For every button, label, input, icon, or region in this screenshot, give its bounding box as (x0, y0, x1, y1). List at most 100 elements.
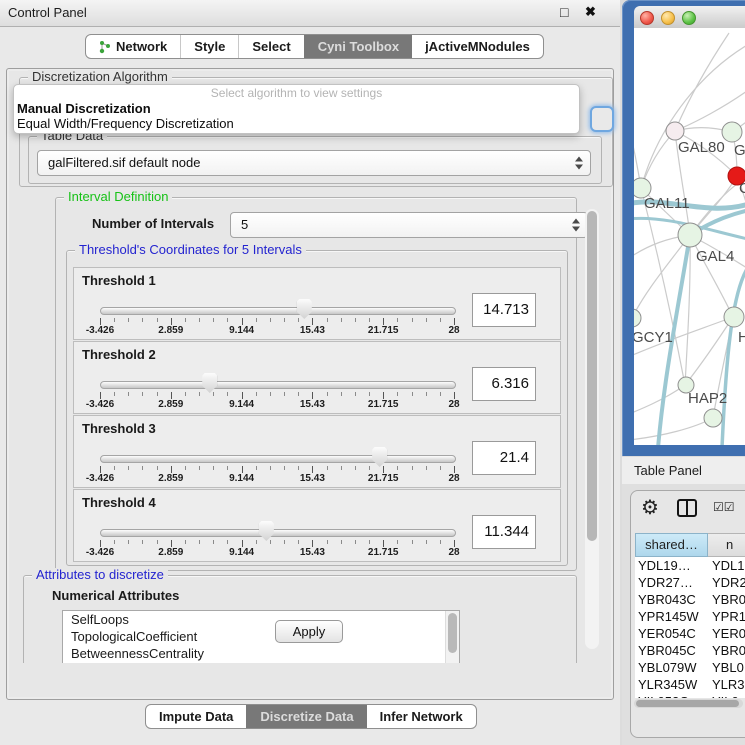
tab-discretize-data[interactable]: Discretize Data (246, 705, 366, 728)
network-icon (99, 40, 111, 54)
tick-mark (440, 318, 441, 322)
slider-track[interactable] (100, 455, 456, 463)
close-traffic-light-icon[interactable] (640, 11, 654, 25)
cell-name: YIL0 (708, 693, 745, 698)
table-row[interactable]: YBL079WYBL0 (635, 659, 745, 676)
tab-infer-network[interactable]: Infer Network (367, 705, 476, 728)
tick-mark (213, 540, 214, 544)
table-row[interactable]: YIL052CYIL0 (635, 693, 745, 698)
table-row[interactable]: YER054CYER0 (635, 625, 745, 642)
threshold-value-field[interactable]: 6.316 (472, 367, 536, 401)
tick-mark (142, 318, 143, 322)
tick-label: 21.715 (368, 325, 399, 336)
network-window-titlebar[interactable] (634, 6, 745, 29)
column-header-shared-name[interactable]: shared… (635, 533, 708, 557)
tick-mark (157, 318, 158, 322)
zoom-traffic-light-icon[interactable] (682, 11, 696, 25)
tab-label: Style (194, 35, 225, 58)
checkbox-icons[interactable]: ☑☑ (713, 500, 735, 514)
network-node-green[interactable] (678, 223, 702, 247)
node-label-gal11: GAL11 (644, 195, 690, 212)
num-intervals-combobox[interactable]: 5 (230, 212, 588, 238)
network-edge[interactable] (641, 40, 745, 188)
table-data-group: Table Data galFiltered.sif default node (28, 136, 602, 184)
tick-mark (242, 392, 243, 399)
table-row[interactable]: YPR145WYPR1 (635, 608, 745, 625)
tick-mark (298, 318, 299, 322)
menu-item-manual-discretization[interactable]: Manual Discretization (14, 101, 579, 116)
cell-shared-name: YBR045C (635, 642, 708, 659)
vertical-scrollbar[interactable] (585, 209, 599, 649)
table-row[interactable]: YDL19…YDL1 (635, 557, 745, 574)
tick-mark (213, 466, 214, 470)
attribute-item-selfloops[interactable]: SelfLoops (63, 611, 459, 628)
list-scrollbar[interactable] (445, 611, 459, 663)
threshold-panel: Threshold 4-3.4262.8599.14415.4321.71528… (73, 489, 561, 562)
attribute-item-topologicalcoefficient[interactable]: TopologicalCoefficient (63, 628, 459, 645)
control-panel-tabs: Network Style SelectCyni ToolboxjActiveMNo… (85, 34, 544, 59)
tick-label: 15.43 (300, 547, 325, 558)
table-row[interactable]: YBR045CYBR0 (635, 642, 745, 659)
tick-mark (284, 466, 285, 470)
tab-impute-data[interactable]: Impute Data (146, 705, 246, 728)
table-header-row: shared… n (635, 533, 745, 557)
cell-name: YBL0 (708, 659, 745, 676)
split-columns-icon[interactable] (677, 499, 697, 517)
tick-mark (157, 466, 158, 470)
threshold-value-field[interactable]: 11.344 (472, 515, 536, 549)
threshold-value-field[interactable]: 21.4 (472, 441, 536, 475)
slider-track[interactable] (100, 529, 456, 537)
cell-shared-name: YBR043C (635, 591, 708, 608)
threshold-value-field[interactable]: 14.713 (472, 293, 536, 327)
gear-icon[interactable]: ⚙ (641, 495, 659, 520)
horizontal-scrollbar[interactable] (634, 699, 743, 708)
table-row[interactable]: YDR27…YDR2 (635, 574, 745, 591)
network-node-green[interactable] (722, 122, 742, 142)
tab-select[interactable]: Select (238, 35, 303, 58)
network-view[interactable]: GAL80GCGAL11GAL4GCY1HHAP2 (634, 28, 745, 445)
network-node-pink[interactable] (666, 122, 684, 140)
network-edge[interactable] (634, 385, 685, 416)
menu-item-equal-width-frequency[interactable]: Equal Width/Frequency Discretization (14, 116, 579, 131)
slider-track[interactable] (100, 381, 456, 389)
table-row[interactable]: YLR345WYLR3 (635, 676, 745, 693)
column-header-name[interactable]: n (708, 533, 745, 557)
attribute-item-betweennesscentrality[interactable]: BetweennessCentrality (63, 645, 459, 662)
node-label-gal4: GAL4 (696, 248, 734, 265)
threshold-panel: Threshold 2-3.4262.8599.14415.4321.71528… (73, 341, 561, 414)
group-label: Attributes to discretize (32, 568, 168, 582)
network-node-green[interactable] (634, 309, 641, 327)
tick-mark (397, 466, 398, 470)
numerical-attributes-list[interactable]: SelfLoopsTopologicalCoefficientBetweenne… (62, 610, 460, 663)
close-panel-icon[interactable]: ✖ (585, 4, 596, 20)
minimize-traffic-light-icon[interactable] (661, 11, 675, 25)
tick-label: 9.144 (229, 473, 254, 484)
tick-label: 28 (448, 325, 459, 336)
tab-style[interactable]: Style (180, 35, 238, 58)
tab-network[interactable]: Network (86, 35, 180, 58)
network-node-green[interactable] (724, 307, 744, 327)
cyni-mode-tabs: Impute DataDiscretize DataInfer Network (145, 704, 477, 729)
tab-cyni-toolbox[interactable]: Cyni Toolbox (304, 35, 412, 58)
float-panel-icon[interactable]: □ (560, 4, 568, 20)
table-row[interactable]: YBR043CYBR0 (635, 591, 745, 608)
slider-thumb[interactable] (372, 447, 387, 467)
cell-shared-name: YER054C (635, 625, 708, 642)
dropdown-hint: Select algorithm to view settings (14, 85, 579, 101)
slider-thumb[interactable] (297, 299, 312, 319)
apply-button[interactable]: Apply (275, 620, 343, 643)
tick-mark (369, 392, 370, 396)
slider-thumb[interactable] (259, 521, 274, 541)
table-panel-title: Table Panel (634, 463, 702, 478)
slider-thumb[interactable] (202, 373, 217, 393)
network-edge[interactable] (634, 418, 713, 440)
tab-jactivemnodules[interactable]: jActiveMNodules (412, 35, 543, 58)
slider-track[interactable] (100, 307, 456, 315)
network-node-green[interactable] (704, 409, 722, 427)
node-label-gal80: GAL80 (678, 139, 725, 156)
algorithm-combobox[interactable] (590, 106, 614, 132)
cell-shared-name: YDR27… (635, 574, 708, 591)
table-data-combobox[interactable]: galFiltered.sif default node (37, 150, 591, 176)
tick-label: 21.715 (368, 399, 399, 410)
num-intervals-value: 5 (241, 213, 248, 237)
